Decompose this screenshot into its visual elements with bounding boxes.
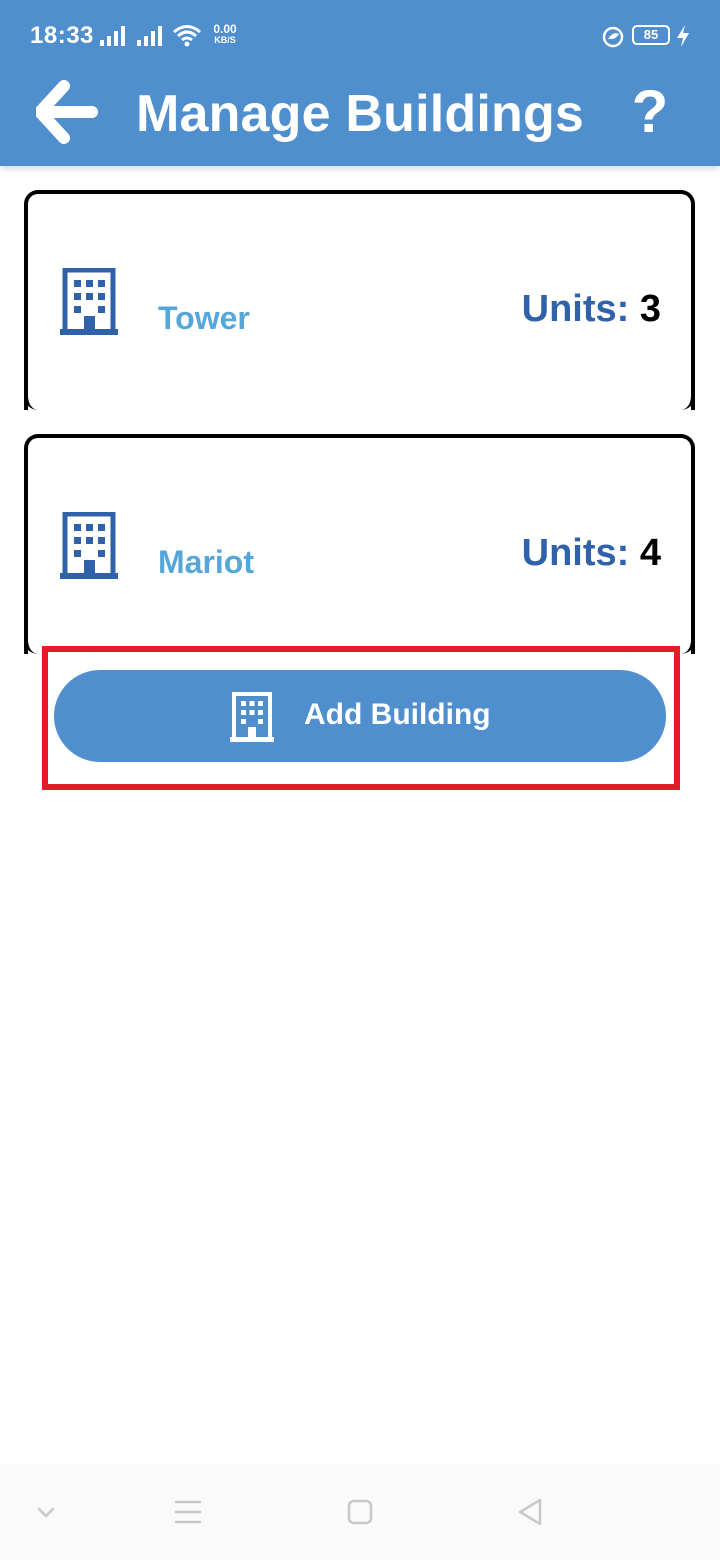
building-name: Tower <box>158 300 250 336</box>
building-units: Units: 3 <box>522 288 661 331</box>
signal-strength-icon <box>100 26 125 46</box>
wifi-icon <box>173 25 201 47</box>
arrow-left-icon[interactable] <box>36 80 98 144</box>
building-units: Units: 4 <box>522 532 661 575</box>
chevron-down-icon[interactable] <box>26 1492 66 1532</box>
charging-bolt-icon <box>677 25 689 47</box>
help-button[interactable]: ? <box>622 80 678 144</box>
top-bar: 18:33 0.00 KB/S 85 Manage Buildings ? <box>0 0 720 166</box>
building-icon <box>60 512 118 579</box>
menu-icon[interactable] <box>168 1492 208 1532</box>
system-nav-bar <box>0 1464 720 1560</box>
status-time: 18:33 <box>30 22 94 49</box>
units-label: Units: <box>521 288 630 330</box>
building-card[interactable]: Tower Units: 3 <box>24 190 695 410</box>
eco-mode-icon <box>602 26 624 48</box>
building-card[interactable]: Mariot Units: 4 <box>24 434 695 654</box>
units-count: 4 <box>639 532 661 574</box>
battery-indicator: 85 <box>632 25 670 45</box>
back-triangle-icon[interactable] <box>510 1492 550 1532</box>
building-name: Mariot <box>158 544 254 580</box>
units-count: 3 <box>639 288 661 330</box>
network-speed-unit: KB/S <box>214 35 236 45</box>
page-title: Manage Buildings <box>135 85 585 143</box>
home-square-icon[interactable] <box>340 1492 380 1532</box>
building-icon <box>60 268 118 335</box>
network-speed-value: 0.00 <box>213 22 237 36</box>
manage-buildings-screen: 18:33 0.00 KB/S 85 Manage Buildings ? To… <box>0 0 720 1560</box>
signal-strength-icon <box>137 26 162 46</box>
units-label: Units: <box>521 532 630 574</box>
status-bar: 18:33 0.00 KB/S 85 <box>0 0 720 72</box>
highlight-box <box>42 646 680 790</box>
network-speed: 0.00 KB/S <box>210 22 240 46</box>
